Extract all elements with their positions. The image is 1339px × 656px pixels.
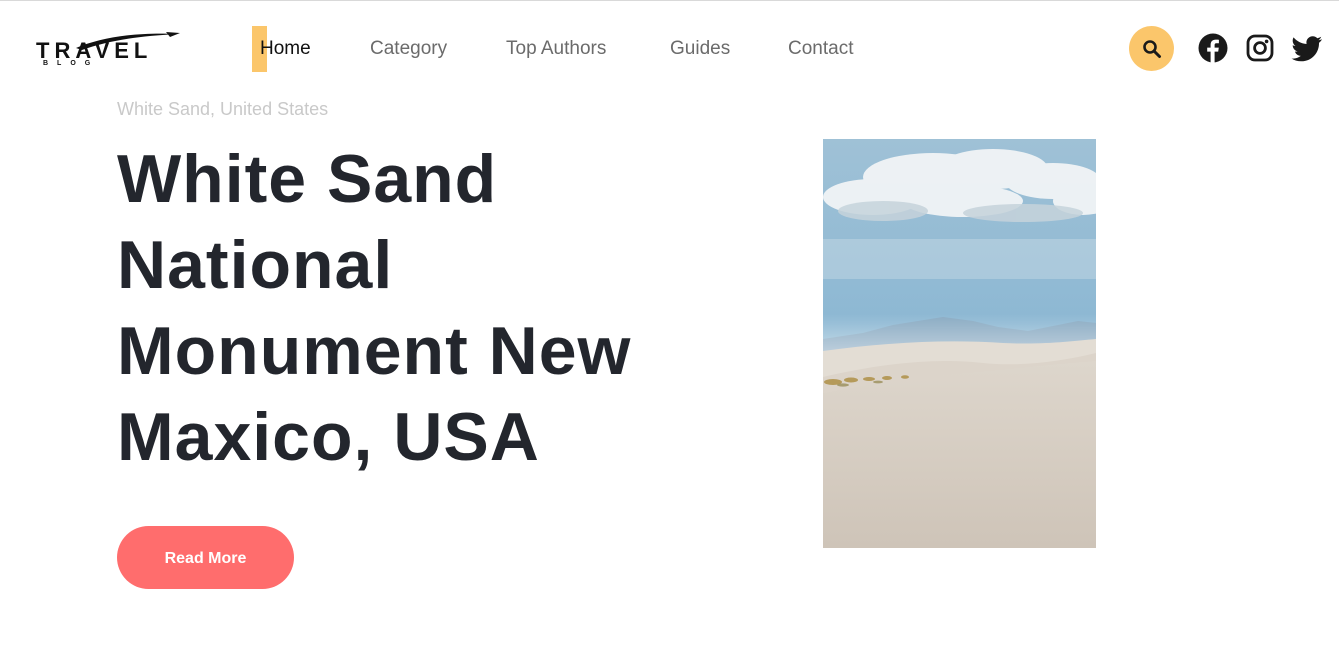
hero-image [823,139,1096,548]
nav-item-guides[interactable]: Guides [670,38,730,60]
brand-logo[interactable]: TRAVEL BLOG [36,30,182,70]
desert-dunes-image [823,139,1096,548]
twitter-link[interactable] [1291,33,1322,63]
post-title: White Sand National Monument New Maxico,… [117,141,632,475]
instagram-link[interactable] [1245,33,1275,63]
search-icon [1142,39,1161,58]
post-location: White Sand, United States [117,99,329,119]
facebook-icon [1198,33,1228,63]
twitter-icon [1291,36,1322,62]
brand-tagline: BLOG [43,60,100,67]
nav-item-home[interactable]: Home [260,38,311,60]
nav-item-contact[interactable]: Contact [788,38,853,60]
nav-item-top-authors[interactable]: Top Authors [506,38,606,60]
search-button[interactable] [1129,26,1174,71]
top-divider [0,0,1339,1]
instagram-icon [1246,34,1274,62]
read-more-button[interactable]: Read More [117,526,294,589]
nav-item-category[interactable]: Category [370,38,447,60]
facebook-link[interactable] [1198,33,1228,63]
brand-name: TRAVEL [36,38,153,63]
